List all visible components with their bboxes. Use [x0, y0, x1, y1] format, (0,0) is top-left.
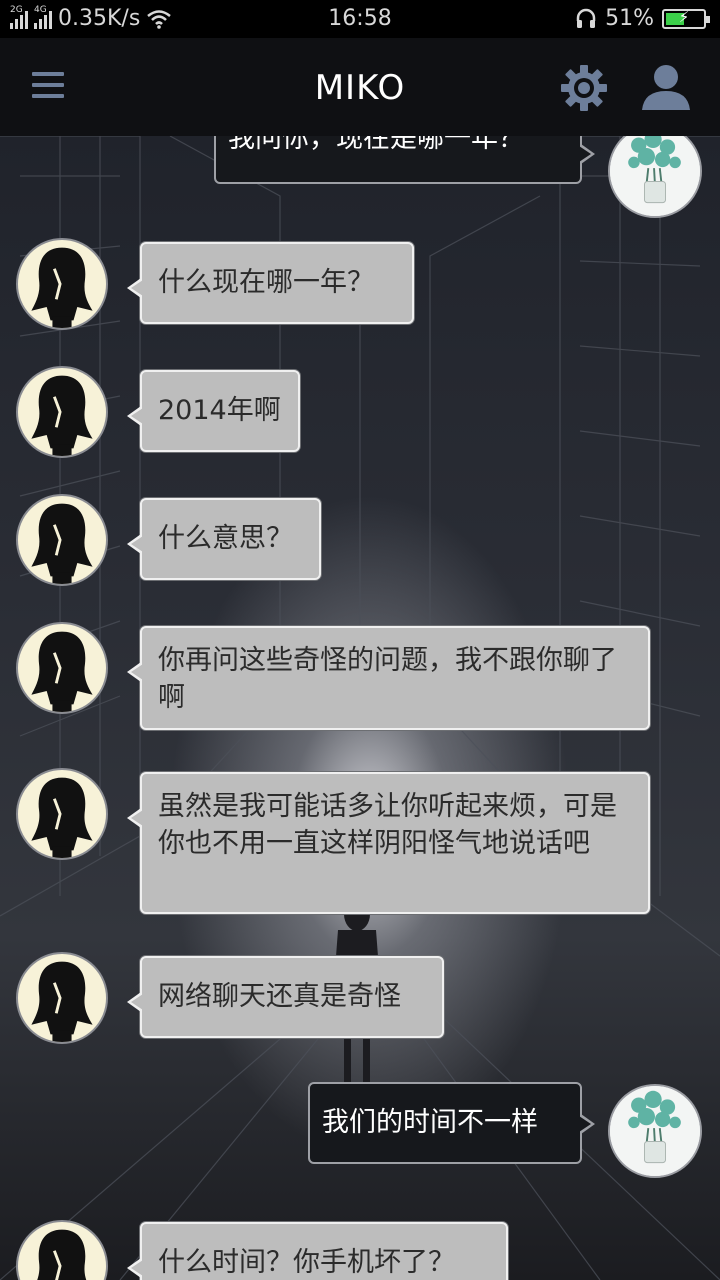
- girl-silhouette-avatar[interactable]: [16, 622, 108, 714]
- gear-icon[interactable]: [560, 64, 608, 112]
- chat-area[interactable]: 我问你，现在是哪一年？ 什么现在哪一年？ 2014年啊 什么意思？ 你再问这些奇…: [0, 136, 720, 1280]
- girl-silhouette-icon: [31, 631, 93, 712]
- headset-icon: [576, 8, 596, 28]
- chat-bubble-received[interactable]: 什么意思？: [127, 498, 321, 580]
- girl-silhouette-icon: [31, 961, 93, 1042]
- flower-vase-avatar[interactable]: [608, 1084, 702, 1178]
- girl-silhouette-icon: [31, 375, 93, 456]
- status-bar: 2G 4G 0.35K/s 16:58 51% ⚡: [0, 0, 720, 38]
- app-header: MIKO: [0, 38, 720, 136]
- battery-percent: 51%: [605, 6, 654, 31]
- girl-silhouette-avatar[interactable]: [16, 366, 108, 458]
- girl-silhouette-icon: [31, 503, 93, 584]
- chat-bubble-received[interactable]: 什么现在哪一年？: [127, 242, 414, 324]
- flower-vase-icon: [610, 136, 700, 216]
- girl-silhouette-avatar[interactable]: [16, 768, 108, 860]
- user-icon[interactable]: [640, 64, 692, 110]
- chat-bubble-sent[interactable]: 我问你，现在是哪一年？: [214, 136, 595, 184]
- chat-bubble-sent[interactable]: 我们的时间不一样: [308, 1082, 595, 1164]
- girl-silhouette-icon: [31, 247, 93, 328]
- chat-bubble-received[interactable]: 虽然是我可能话多让你听起来烦，可是你也不用一直这样阴阳怪气地说话吧: [127, 772, 650, 914]
- flower-vase-icon: [610, 1086, 700, 1176]
- chat-bubble-received[interactable]: 什么时间？你手机坏了？: [127, 1222, 508, 1280]
- girl-silhouette-icon: [31, 777, 93, 858]
- battery-charging-icon: ⚡: [662, 8, 710, 29]
- girl-silhouette-avatar[interactable]: [16, 238, 108, 330]
- page-title: MIKO: [314, 68, 406, 108]
- chat-bubble-received[interactable]: 网络聊天还真是奇怪: [127, 956, 444, 1038]
- chat-bubble-received[interactable]: 2014年啊: [127, 370, 300, 452]
- girl-silhouette-avatar[interactable]: [16, 952, 108, 1044]
- girl-silhouette-avatar[interactable]: [16, 494, 108, 586]
- chat-bubble-received[interactable]: 你再问这些奇怪的问题，我不跟你聊了啊: [127, 626, 650, 730]
